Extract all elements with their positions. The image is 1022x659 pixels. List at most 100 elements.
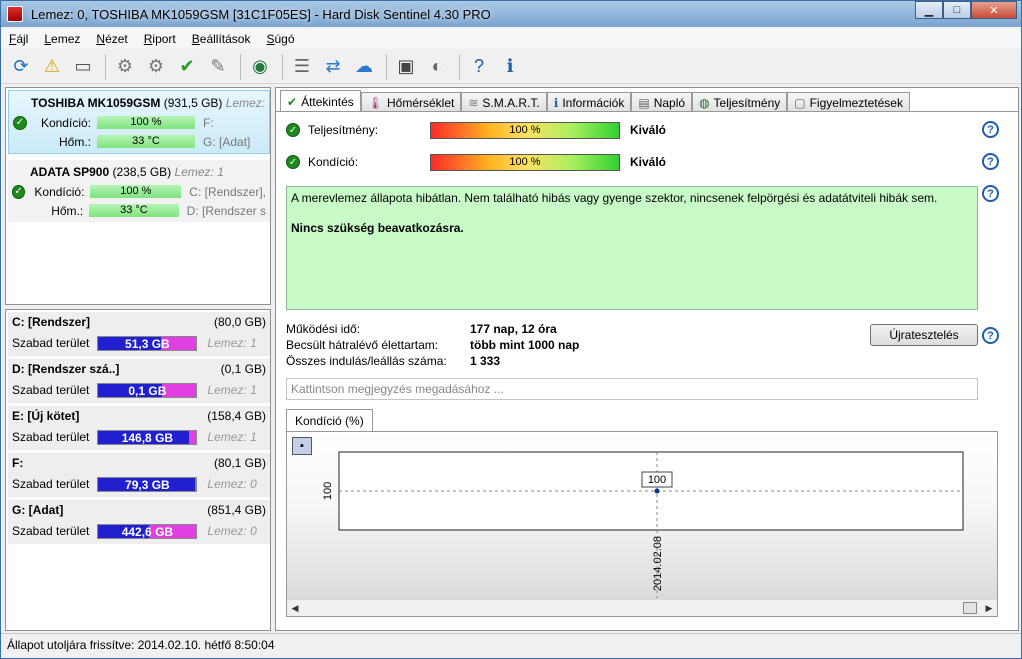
title-bar[interactable]: Lemez: 0, TOSHIBA MK1059GSM [31C1F05ES] … [1, 1, 1021, 27]
condition-label: Kondíció: [34, 184, 85, 199]
performance-icon: ◍ [699, 95, 710, 110]
app-icon[interactable] [7, 6, 23, 22]
tab-alerts[interactable]: ▢ Figyelmeztetések [787, 92, 910, 112]
report-icon[interactable]: ☰ [288, 53, 316, 81]
free-space-bar: 51,3 GB [97, 335, 198, 351]
performance-row: ✓ Teljesítmény: 100 % Kiváló [286, 120, 666, 140]
free-space-label: Szabad terület [12, 477, 90, 491]
retest-button[interactable]: Újratesztelés [870, 324, 978, 346]
menu-disk[interactable]: Lemez [36, 32, 88, 46]
disk-check-icon[interactable]: ⚙ [142, 53, 170, 81]
left-panel: TOSHIBA MK1059GSM (931,5 GB) Lemez: 0 ✓ K… [5, 87, 271, 631]
tab-overview[interactable]: ✔ Áttekintés [280, 90, 361, 112]
maximize-button[interactable]: □ [943, 1, 971, 19]
close-button[interactable]: ✕ [971, 1, 1017, 19]
smart-icon: ≋ [468, 95, 479, 110]
scroll-right-arrow[interactable]: ▶ [981, 603, 997, 614]
note-input[interactable]: Kattintson megjegyzés megadásához ... [286, 378, 978, 400]
scroll-thumb[interactable] [963, 602, 977, 614]
disk-wrench-icon[interactable]: ✎ [204, 53, 232, 81]
minimize-button[interactable]: ▁ [915, 1, 943, 19]
volume-item[interactable]: G: [Adat] (851,4 GB) Szabad terület 442,6 G… [8, 500, 270, 545]
volume-name: D: [Rendszer szá..] [12, 362, 120, 376]
volume-name: C: [Rendszer] [12, 315, 91, 329]
ok-check-icon: ✓ [12, 184, 26, 199]
start-stop-label: Összes indulás/leállás száma: [286, 354, 447, 368]
help-icon[interactable]: ? [982, 153, 999, 170]
check-icon: ✔ [287, 94, 298, 109]
help-icon[interactable]: ? [982, 185, 999, 202]
volume-item[interactable]: F: (80,1 GB) Szabad terület 79,3 GB Lemez: 0 [8, 453, 270, 498]
volume-size: (158,4 GB) [207, 409, 266, 423]
tab-information[interactable]: ℹ Információk [546, 92, 632, 112]
free-space-bar: 0,1 GB [97, 382, 198, 398]
main-panel: ✔ Áttekintés 🌡 Hőmérséklet ≋ S.M.A.R.T. ℹ In… [275, 87, 1019, 631]
info-icon[interactable]: ℹ [496, 53, 524, 81]
disk-index: Lemez: 1 [174, 165, 224, 179]
tab-condition-chart[interactable]: Kondíció (%) [286, 409, 373, 431]
free-space-label: Szabad terület [12, 383, 90, 397]
help-icon[interactable]: ? [982, 121, 999, 138]
scroll-left-arrow[interactable]: ◀ [287, 603, 303, 614]
volume-name: E: [Új kötet] [12, 409, 80, 423]
refresh-icon[interactable]: ⟳ [7, 53, 35, 81]
disk-index: Lemez: 0 [225, 96, 265, 110]
disk-list: TOSHIBA MK1059GSM (931,5 GB) Lemez: 0 ✓ K… [5, 87, 271, 305]
free-space-label: Szabad terület [12, 336, 90, 350]
remaining-life-label: Becsült hátralévő élettartam: [286, 338, 439, 352]
monitor-icon[interactable]: ▣ [392, 53, 420, 81]
disk-drives: C: [Rendszer], [189, 184, 266, 199]
menu-help[interactable]: Súgó [258, 32, 302, 46]
help-icon[interactable]: ? [465, 53, 493, 81]
volume-item[interactable]: C: [Rendszer] (80,0 GB) Szabad terület 51,3… [8, 312, 270, 357]
menu-settings[interactable]: Beállítások [184, 32, 259, 46]
volume-size: (80,1 GB) [213, 456, 266, 470]
start-stop-value: 1 333 [470, 354, 501, 368]
warning-icon[interactable]: ⚠ [38, 53, 66, 81]
disk-icon[interactable]: ▭ [69, 53, 97, 81]
disk-name: TOSHIBA MK1059GSM [31, 96, 161, 110]
speaker-icon[interactable]: ◐ [423, 53, 451, 81]
volume-disk-index: Lemez: 1 [207, 383, 257, 397]
disk-item-1[interactable]: ADATA SP900 (238,5 GB) Lemez: 1 ✓ Kondíci… [8, 160, 270, 222]
free-space-bar: 79,3 GB [97, 476, 198, 492]
menu-view[interactable]: Nézet [88, 32, 135, 46]
uptime-value: 177 nap, 12 óra [470, 322, 557, 336]
globe-icon[interactable]: ◉ [246, 53, 274, 81]
disk-drives: G: [Adat] [203, 134, 251, 149]
tab-bar: ✔ Áttekintés 🌡 Hőmérséklet ≋ S.M.A.R.T. ℹ In… [280, 90, 910, 112]
ok-check-icon: ✓ [286, 155, 300, 169]
disk-capacity: (238,5 GB) [112, 165, 172, 179]
tab-smart[interactable]: ≋ S.M.A.R.T. [461, 92, 547, 112]
tab-temperature[interactable]: 🌡 Hőmérséklet [360, 92, 462, 112]
chart-panel: ▪ 100 100 2014.02.08 ◀ ▶ [286, 431, 998, 617]
uptime-label: Működési idő: [286, 322, 361, 336]
disk-tool-icon[interactable]: ⚙ [111, 53, 139, 81]
ok-check-icon: ✓ [13, 115, 27, 130]
menu-report[interactable]: Riport [136, 32, 184, 46]
condition-chart: 100 100 2014.02.08 [322, 451, 964, 598]
tab-performance[interactable]: ◍ Teljesítmény [692, 92, 788, 112]
ok-check-icon: ✓ [286, 123, 300, 137]
volume-item[interactable]: D: [Rendszer szá..] (0,1 GB) Szabad terüle… [8, 359, 270, 404]
condition-row: ✓ Kondíció: 100 % Kiváló [286, 152, 666, 172]
temperature-bar: 33 °C [97, 135, 195, 148]
temperature-label: Hőm.: [58, 134, 91, 149]
condition-bar: 100 % [90, 185, 182, 198]
volume-name: G: [Adat] [12, 503, 64, 517]
toolbar: ⟳ ⚠ ▭ ⚙ ⚙ ✔ ✎ ◉ ☰ ⇄ ☁ ▣ ◐ ? ℹ [1, 50, 1021, 84]
free-space-bar: 146,8 GB [97, 429, 198, 445]
volume-item[interactable]: E: [Új kötet] (158,4 GB) Szabad terület 146… [8, 406, 270, 451]
volume-size: (80,0 GB) [213, 315, 266, 329]
app-window: Lemez: 0, TOSHIBA MK1059GSM [31C1F05ES] … [0, 0, 1022, 659]
horizontal-scrollbar[interactable]: ◀ ▶ [287, 600, 997, 616]
sync-icon[interactable]: ⇄ [319, 53, 347, 81]
network-icon[interactable]: ☁ [350, 53, 378, 81]
data-point [654, 488, 660, 494]
volume-disk-index: Lemez: 1 [207, 336, 257, 350]
disk-item-0[interactable]: TOSHIBA MK1059GSM (931,5 GB) Lemez: 0 ✓ K… [8, 90, 270, 154]
help-icon[interactable]: ? [982, 327, 999, 344]
menu-file[interactable]: Fájl [1, 32, 36, 46]
tab-log[interactable]: ▤ Napló [631, 92, 693, 112]
disk-ok-icon[interactable]: ✔ [173, 53, 201, 81]
